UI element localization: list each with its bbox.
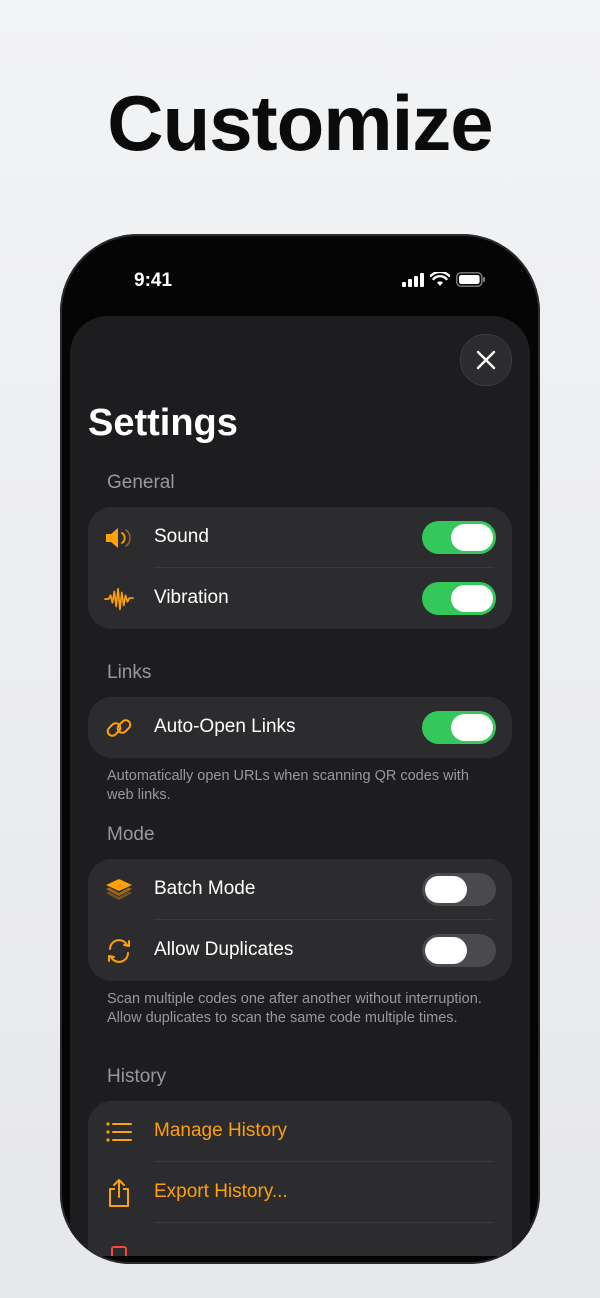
wifi-icon bbox=[429, 270, 451, 292]
close-icon bbox=[476, 350, 496, 370]
status-icons bbox=[402, 270, 486, 292]
row-label: Sound bbox=[154, 526, 209, 547]
mode-footnote: Scan multiple codes one after another wi… bbox=[107, 991, 482, 1026]
card-links: Auto-Open Links bbox=[88, 697, 512, 758]
auto-open-links-toggle[interactable] bbox=[422, 711, 496, 744]
row-manage-history[interactable]: Manage History bbox=[88, 1101, 512, 1162]
row-label: Auto-Open Links bbox=[154, 716, 296, 737]
vibration-toggle[interactable] bbox=[422, 582, 496, 615]
row-label: Batch Mode bbox=[154, 878, 256, 899]
row-clipped bbox=[88, 1223, 512, 1256]
batch-mode-toggle[interactable] bbox=[422, 873, 496, 906]
headline: Customize bbox=[107, 79, 493, 167]
battery-icon bbox=[456, 272, 486, 292]
close-button[interactable] bbox=[460, 334, 512, 386]
status-time: 9:41 bbox=[134, 270, 173, 291]
repeat-icon bbox=[104, 936, 134, 966]
row-auto-open-links[interactable]: Auto-Open Links bbox=[88, 697, 512, 758]
link-icon bbox=[104, 713, 134, 743]
share-icon bbox=[104, 1178, 134, 1208]
row-label: Allow Duplicates bbox=[154, 939, 294, 960]
trash-icon bbox=[104, 1239, 134, 1256]
phone-frame: 9:41 Settings General Sound Vibration Li… bbox=[60, 234, 540, 1264]
row-label: Vibration bbox=[154, 587, 229, 608]
section-label-history: History bbox=[107, 1066, 167, 1087]
card-history: Manage History Export History... bbox=[88, 1101, 512, 1256]
row-label: Export History... bbox=[154, 1181, 288, 1202]
speaker-icon bbox=[104, 523, 134, 553]
links-footnote: Automatically open URLs when scanning QR… bbox=[107, 768, 469, 803]
card-general: Sound Vibration bbox=[88, 507, 512, 629]
section-label-mode: Mode bbox=[107, 824, 155, 845]
row-export-history[interactable]: Export History... bbox=[88, 1162, 512, 1223]
row-label: Manage History bbox=[154, 1120, 288, 1141]
row-allow-duplicates[interactable]: Allow Duplicates bbox=[88, 920, 512, 981]
cellular-signal-icon bbox=[402, 272, 424, 292]
status-bar: 9:41 bbox=[60, 234, 540, 314]
card-mode: Batch Mode Allow Duplicates bbox=[88, 859, 512, 981]
page-title: Settings bbox=[88, 402, 238, 444]
section-label-general: General bbox=[107, 472, 175, 493]
allow-duplicates-toggle[interactable] bbox=[422, 934, 496, 967]
settings-sheet: Settings General Sound Vibration Links A… bbox=[70, 316, 530, 1256]
layers-icon bbox=[104, 875, 134, 905]
section-label-links: Links bbox=[107, 662, 152, 683]
sound-toggle[interactable] bbox=[422, 521, 496, 554]
row-vibration[interactable]: Vibration bbox=[88, 568, 512, 629]
row-batch-mode[interactable]: Batch Mode bbox=[88, 859, 512, 920]
row-sound[interactable]: Sound bbox=[88, 507, 512, 568]
waveform-icon bbox=[104, 584, 134, 614]
list-icon bbox=[104, 1117, 134, 1147]
